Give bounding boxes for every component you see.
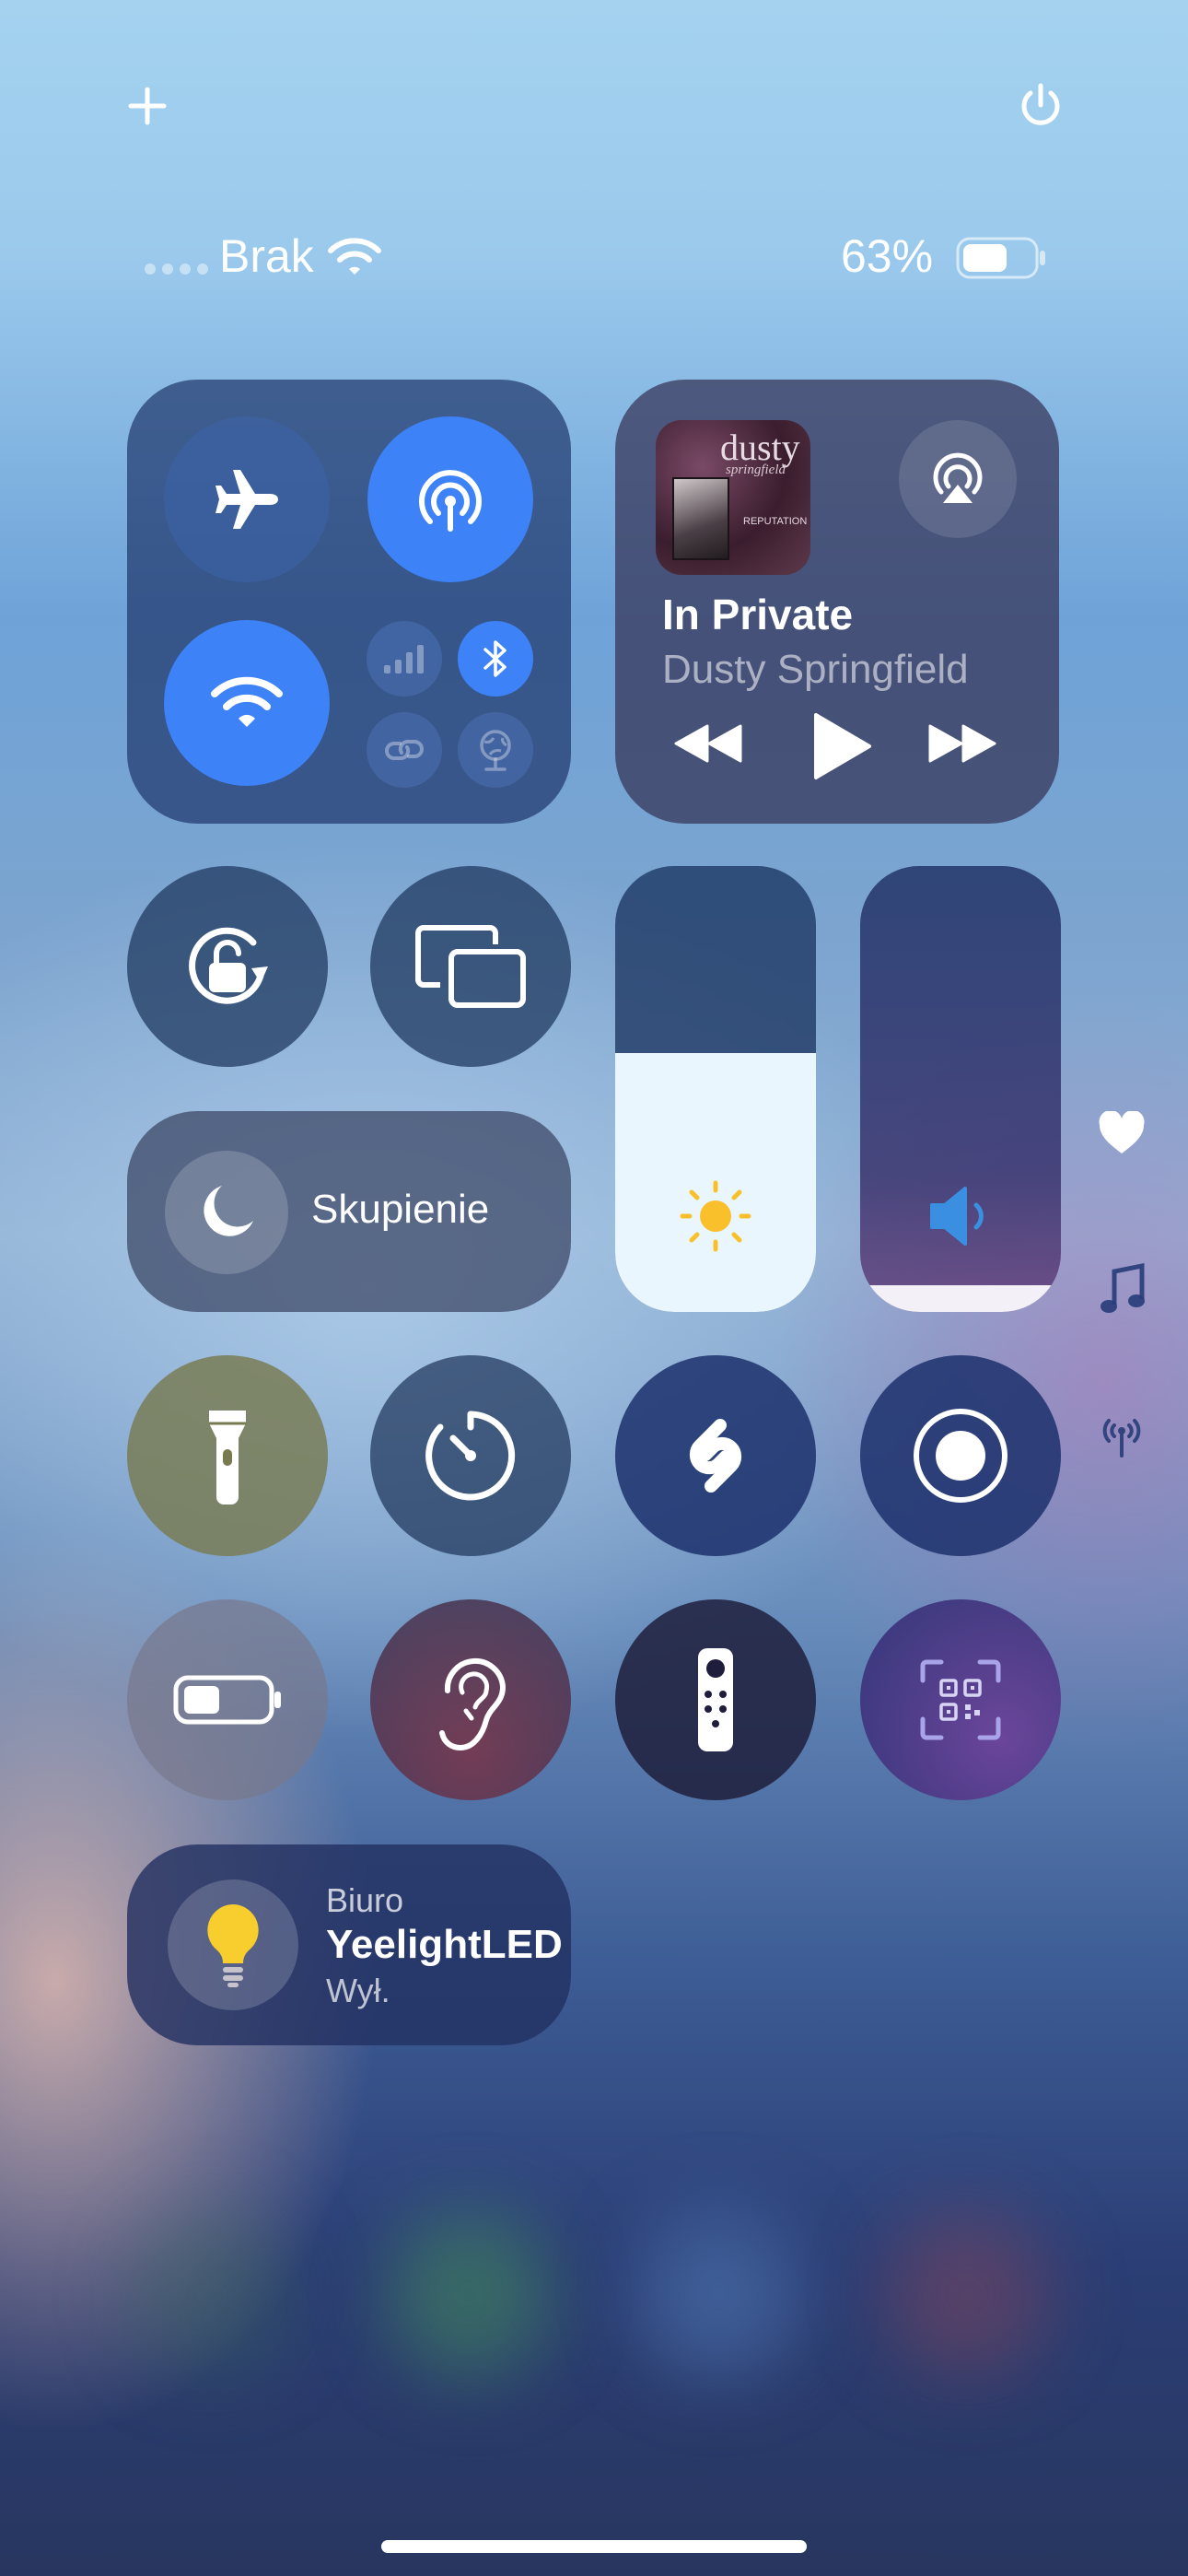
sun-icon bbox=[679, 1179, 752, 1253]
airplane-icon bbox=[215, 470, 278, 529]
hearing-button[interactable] bbox=[370, 1599, 571, 1800]
orientation-lock-icon bbox=[189, 927, 268, 1004]
wifi-toggle[interactable] bbox=[164, 620, 330, 786]
flashlight-icon bbox=[209, 1411, 246, 1505]
track-title: In Private bbox=[662, 591, 854, 638]
track-artist: Dusty Springfield bbox=[662, 647, 969, 692]
shazam-icon bbox=[689, 1419, 742, 1493]
orientation-lock-button[interactable] bbox=[127, 866, 328, 1067]
home-indicator[interactable] bbox=[381, 2540, 807, 2553]
accessory-name: YeelightLED bbox=[326, 1922, 563, 1967]
focus-icon-circle bbox=[165, 1151, 288, 1274]
screen-recording-button[interactable] bbox=[860, 1355, 1061, 1556]
airplay-button[interactable] bbox=[899, 420, 1017, 538]
battery-mode-icon bbox=[173, 1675, 281, 1725]
heart-icon bbox=[1099, 1111, 1145, 1153]
focus-button[interactable]: Skupienie bbox=[127, 1111, 571, 1312]
record-icon bbox=[914, 1409, 1007, 1503]
connectivity-page-button[interactable] bbox=[1096, 1413, 1147, 1459]
cellular-icon bbox=[384, 645, 424, 673]
volume-fill bbox=[860, 1284, 1061, 1312]
connectivity-tile bbox=[127, 380, 571, 824]
link-icon bbox=[385, 740, 424, 760]
ear-icon bbox=[439, 1657, 507, 1751]
dock-blur-3 bbox=[635, 2211, 801, 2377]
play-button[interactable] bbox=[809, 711, 873, 781]
brightness-slider[interactable] bbox=[615, 866, 816, 1312]
speaker-icon bbox=[925, 1179, 998, 1253]
power-button[interactable] bbox=[1013, 77, 1068, 133]
satellite-icon bbox=[480, 730, 511, 771]
screen-mirroring-icon bbox=[415, 925, 526, 1008]
qr-code-icon bbox=[920, 1659, 1001, 1740]
wifi-icon bbox=[211, 676, 283, 727]
home-accessory-tile[interactable]: Biuro YeelightLED Wył. bbox=[127, 1844, 571, 2045]
play-icon bbox=[814, 713, 871, 779]
power-icon bbox=[1021, 83, 1060, 125]
lightbulb-icon bbox=[207, 1904, 259, 1987]
rewind-icon bbox=[674, 724, 742, 763]
shazam-button[interactable] bbox=[615, 1355, 816, 1556]
fast-forward-icon bbox=[928, 724, 996, 763]
moon-icon bbox=[204, 1186, 253, 1236]
music-note-icon bbox=[1101, 1262, 1145, 1313]
favorites-page-button[interactable] bbox=[1098, 1111, 1146, 1155]
dock-blur-2 bbox=[387, 2211, 553, 2377]
next-track-button[interactable] bbox=[926, 720, 1000, 767]
antenna-icon bbox=[1102, 1419, 1141, 1458]
now-playing-tile[interactable]: dusty springfield REPUTATION In Private … bbox=[615, 380, 1059, 824]
airdrop-icon bbox=[419, 470, 482, 532]
dock-blur-1 bbox=[129, 2211, 295, 2377]
plus-icon bbox=[128, 87, 167, 125]
screen-mirroring-button[interactable] bbox=[370, 866, 571, 1067]
status-bar: Brak 63% bbox=[138, 226, 1059, 290]
music-page-button[interactable] bbox=[1098, 1262, 1146, 1317]
album-subtitle-art: springfield bbox=[726, 463, 786, 477]
previous-track-button[interactable] bbox=[670, 720, 744, 767]
apple-tv-remote-button[interactable] bbox=[615, 1599, 816, 1800]
low-power-mode-button[interactable] bbox=[127, 1599, 328, 1800]
satellite-toggle[interactable] bbox=[458, 712, 533, 788]
carrier-label: Brak bbox=[219, 230, 314, 282]
volume-slider[interactable] bbox=[860, 866, 1061, 1312]
dock-blur-4 bbox=[884, 2211, 1050, 2377]
bluetooth-toggle[interactable] bbox=[458, 621, 533, 697]
remote-icon bbox=[698, 1648, 733, 1751]
personal-hotspot-toggle[interactable] bbox=[367, 712, 442, 788]
timer-icon bbox=[425, 1411, 516, 1501]
bulb-icon-circle bbox=[168, 1879, 298, 2010]
accessory-room: Biuro bbox=[326, 1881, 404, 1919]
add-button[interactable] bbox=[120, 78, 175, 134]
accessory-state: Wył. bbox=[326, 1972, 390, 2009]
album-photo bbox=[672, 477, 729, 560]
album-artwork: dusty springfield REPUTATION bbox=[656, 420, 810, 575]
focus-label: Skupienie bbox=[311, 1187, 490, 1232]
battery-icon bbox=[956, 237, 1048, 279]
signal-dots-icon bbox=[144, 263, 217, 275]
airplay-audio-icon bbox=[933, 452, 983, 503]
flashlight-button[interactable] bbox=[127, 1355, 328, 1556]
cellular-toggle[interactable] bbox=[367, 621, 442, 697]
bluetooth-icon bbox=[483, 640, 507, 677]
airplane-mode-toggle[interactable] bbox=[164, 416, 330, 582]
timer-button[interactable] bbox=[370, 1355, 571, 1556]
album-small-text: REPUTATION bbox=[743, 516, 808, 527]
code-scanner-button[interactable] bbox=[860, 1599, 1061, 1800]
wifi-status-icon bbox=[327, 237, 382, 277]
battery-percent: 63% bbox=[841, 230, 934, 282]
airdrop-toggle[interactable] bbox=[367, 416, 533, 582]
